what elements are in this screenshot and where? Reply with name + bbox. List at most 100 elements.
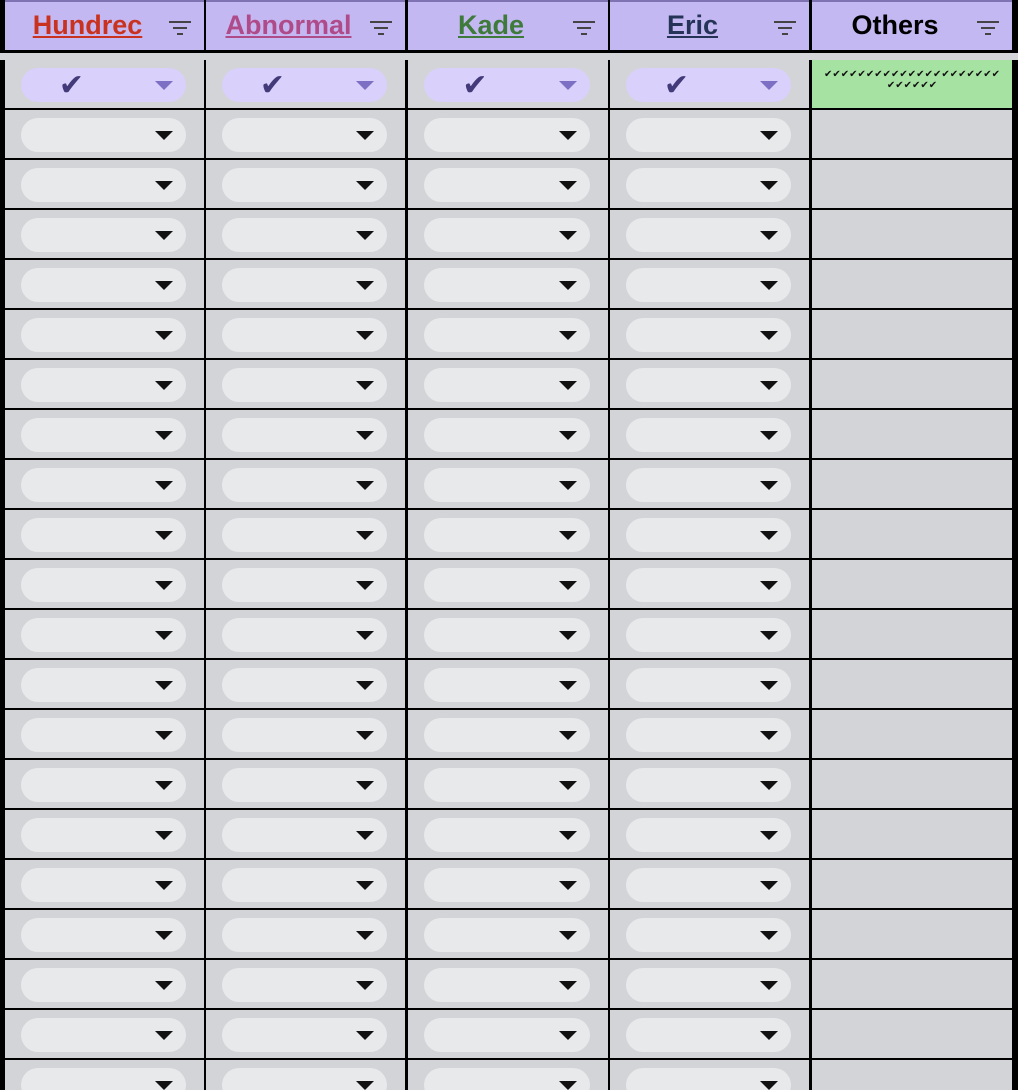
chevron-down-icon[interactable]: [155, 831, 173, 840]
dropdown-chip[interactable]: [626, 118, 791, 152]
dropdown-chip[interactable]: [626, 968, 791, 1002]
dropdown-chip[interactable]: [21, 1068, 186, 1090]
chevron-down-icon[interactable]: [559, 281, 577, 290]
dropdown-chip[interactable]: [21, 1018, 186, 1052]
chevron-down-icon[interactable]: [356, 781, 374, 790]
dropdown-chip[interactable]: [424, 768, 590, 802]
others-cell[interactable]: [812, 1060, 1012, 1090]
chevron-down-icon[interactable]: [559, 881, 577, 890]
column-header[interactable]: Others: [812, 0, 1012, 50]
chevron-down-icon[interactable]: [559, 1031, 577, 1040]
dropdown-chip[interactable]: [626, 618, 791, 652]
dropdown-chip[interactable]: ✔: [21, 68, 186, 103]
chevron-down-icon[interactable]: [760, 631, 778, 640]
chevron-down-icon[interactable]: [559, 131, 577, 140]
dropdown-chip[interactable]: [424, 368, 590, 402]
filter-icon[interactable]: [168, 19, 192, 37]
dropdown-chip[interactable]: [424, 668, 590, 702]
chevron-down-icon[interactable]: [356, 181, 374, 190]
dropdown-chip[interactable]: [626, 868, 791, 902]
chevron-down-icon[interactable]: [356, 881, 374, 890]
chevron-down-icon[interactable]: [155, 531, 173, 540]
dropdown-chip[interactable]: [21, 968, 186, 1002]
others-cell[interactable]: ✔✔✔✔✔✔✔✔✔✔✔✔✔✔✔✔✔✔✔✔✔✔✔✔✔✔✔: [812, 60, 1012, 108]
dropdown-chip[interactable]: [222, 818, 387, 852]
others-cell[interactable]: [812, 360, 1012, 408]
chevron-down-icon[interactable]: [155, 681, 173, 690]
chevron-down-icon[interactable]: [760, 531, 778, 540]
chevron-down-icon[interactable]: [155, 931, 173, 940]
chevron-down-icon[interactable]: [155, 131, 173, 140]
chevron-down-icon[interactable]: [155, 1031, 173, 1040]
chevron-down-icon[interactable]: [760, 681, 778, 690]
chevron-down-icon[interactable]: [356, 731, 374, 740]
chevron-down-icon[interactable]: [559, 81, 577, 90]
dropdown-chip[interactable]: [626, 468, 791, 502]
chevron-down-icon[interactable]: [760, 231, 778, 240]
dropdown-chip[interactable]: [424, 418, 590, 452]
others-cell[interactable]: [812, 710, 1012, 758]
dropdown-chip[interactable]: [626, 568, 791, 602]
dropdown-chip[interactable]: [626, 668, 791, 702]
dropdown-chip[interactable]: [21, 918, 186, 952]
column-header[interactable]: Eric: [610, 0, 809, 50]
chevron-down-icon[interactable]: [356, 531, 374, 540]
dropdown-chip[interactable]: [424, 468, 590, 502]
dropdown-chip[interactable]: ✔: [626, 68, 791, 103]
dropdown-chip[interactable]: [222, 968, 387, 1002]
dropdown-chip[interactable]: [424, 568, 590, 602]
chevron-down-icon[interactable]: [356, 231, 374, 240]
dropdown-chip[interactable]: [21, 768, 186, 802]
others-cell[interactable]: [812, 310, 1012, 358]
others-cell[interactable]: [812, 410, 1012, 458]
chevron-down-icon[interactable]: [760, 131, 778, 140]
dropdown-chip[interactable]: [424, 868, 590, 902]
others-cell[interactable]: [812, 760, 1012, 808]
chevron-down-icon[interactable]: [760, 881, 778, 890]
dropdown-chip[interactable]: [222, 1068, 387, 1090]
dropdown-chip[interactable]: [222, 768, 387, 802]
chevron-down-icon[interactable]: [559, 931, 577, 940]
filter-icon[interactable]: [369, 19, 393, 37]
others-cell[interactable]: [812, 810, 1012, 858]
chevron-down-icon[interactable]: [760, 831, 778, 840]
dropdown-chip[interactable]: [21, 168, 186, 202]
chevron-down-icon[interactable]: [356, 681, 374, 690]
dropdown-chip[interactable]: [21, 368, 186, 402]
dropdown-chip[interactable]: [21, 418, 186, 452]
chevron-down-icon[interactable]: [356, 331, 374, 340]
dropdown-chip[interactable]: [424, 618, 590, 652]
chevron-down-icon[interactable]: [760, 181, 778, 190]
chevron-down-icon[interactable]: [356, 981, 374, 990]
chevron-down-icon[interactable]: [155, 81, 173, 90]
chevron-down-icon[interactable]: [760, 331, 778, 340]
chevron-down-icon[interactable]: [155, 231, 173, 240]
dropdown-chip[interactable]: [424, 918, 590, 952]
dropdown-chip[interactable]: [222, 918, 387, 952]
chevron-down-icon[interactable]: [356, 1031, 374, 1040]
chevron-down-icon[interactable]: [760, 1031, 778, 1040]
dropdown-chip[interactable]: [222, 1018, 387, 1052]
chevron-down-icon[interactable]: [760, 1081, 778, 1090]
dropdown-chip[interactable]: ✔: [222, 68, 387, 103]
others-cell[interactable]: [812, 510, 1012, 558]
chevron-down-icon[interactable]: [155, 981, 173, 990]
dropdown-chip[interactable]: [222, 868, 387, 902]
chevron-down-icon[interactable]: [155, 481, 173, 490]
dropdown-chip[interactable]: [222, 718, 387, 752]
dropdown-chip[interactable]: [424, 168, 590, 202]
others-cell[interactable]: [812, 160, 1012, 208]
dropdown-chip[interactable]: [626, 718, 791, 752]
chevron-down-icon[interactable]: [155, 431, 173, 440]
dropdown-chip[interactable]: [424, 318, 590, 352]
dropdown-chip[interactable]: [626, 918, 791, 952]
chevron-down-icon[interactable]: [559, 481, 577, 490]
chevron-down-icon[interactable]: [155, 331, 173, 340]
filter-icon[interactable]: [773, 19, 797, 37]
chevron-down-icon[interactable]: [559, 431, 577, 440]
chevron-down-icon[interactable]: [155, 881, 173, 890]
chevron-down-icon[interactable]: [356, 381, 374, 390]
chevron-down-icon[interactable]: [559, 681, 577, 690]
dropdown-chip[interactable]: [626, 368, 791, 402]
dropdown-chip[interactable]: [424, 818, 590, 852]
